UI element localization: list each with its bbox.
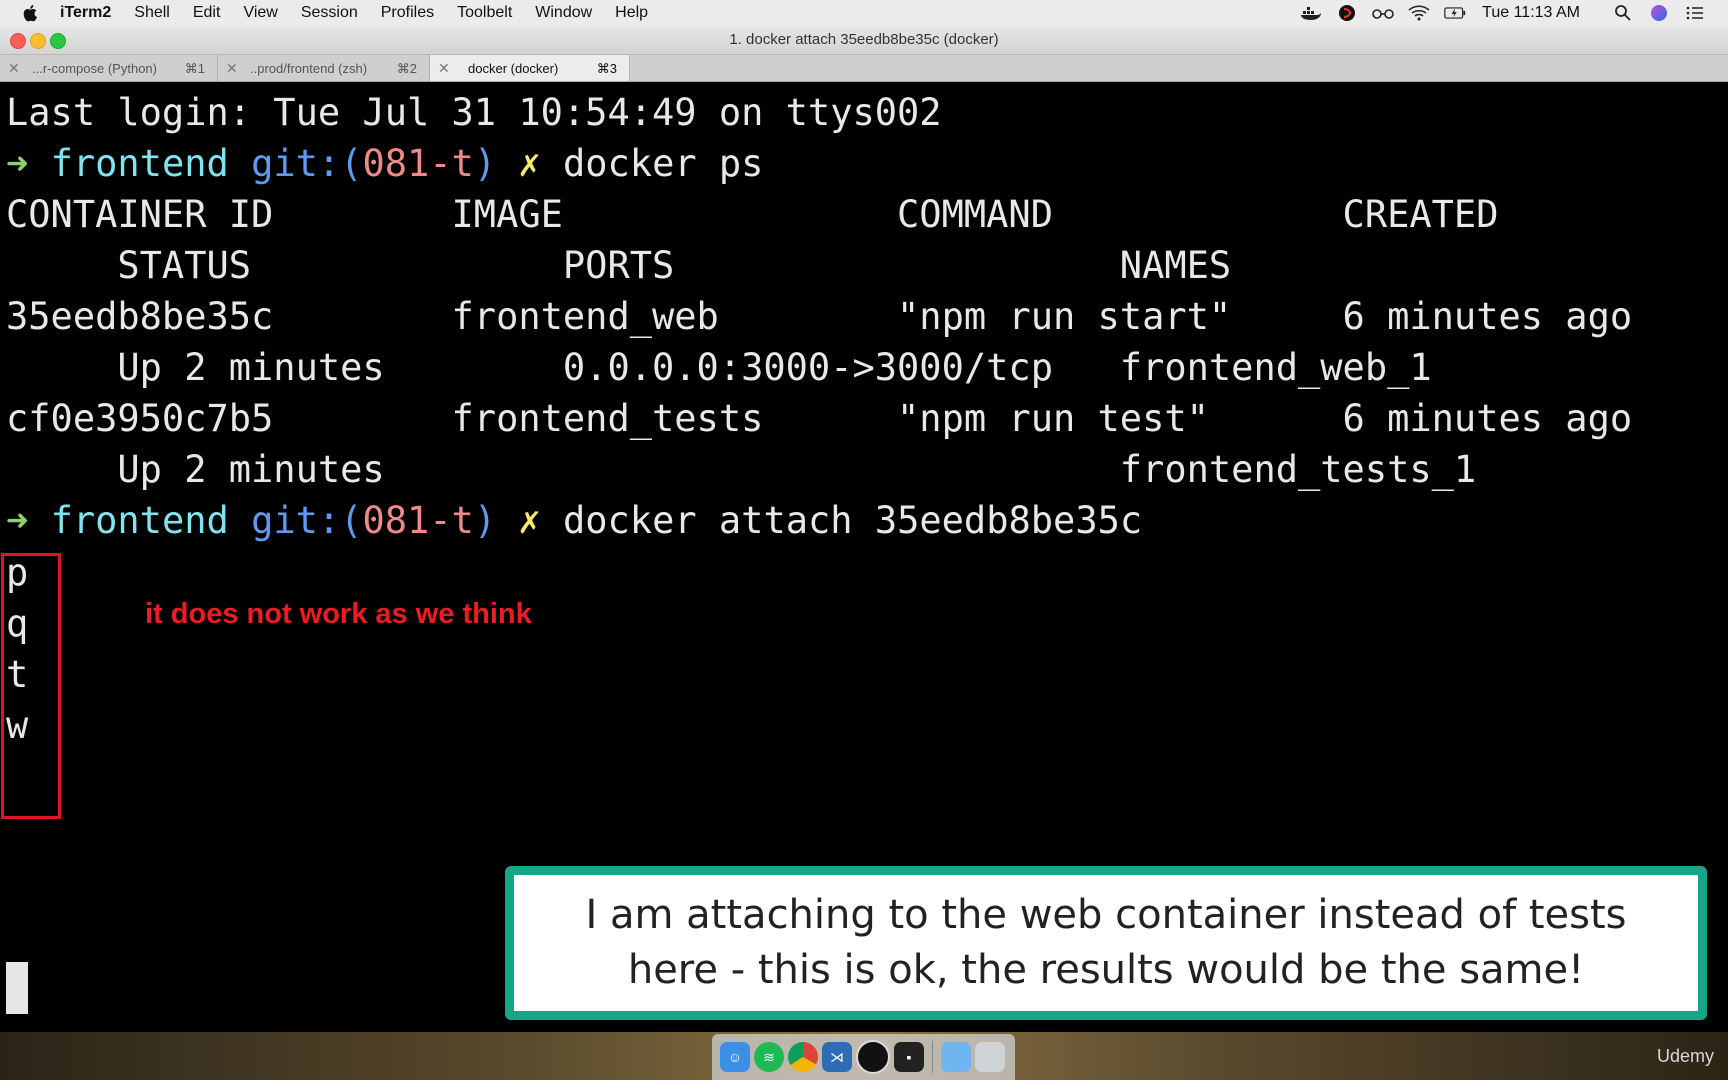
tab-label: ..prod/frontend (zsh) bbox=[250, 61, 368, 76]
app-icon[interactable] bbox=[1336, 4, 1358, 22]
menu-item-iterm2[interactable]: iTerm2 bbox=[60, 4, 111, 22]
watermark: Udemy bbox=[1656, 1046, 1714, 1066]
tab-label: docker (docker) bbox=[468, 61, 559, 76]
menu-bar: iTerm2 Shell Edit View Session Profiles … bbox=[0, 0, 1728, 26]
tab-docker[interactable]: ✕ docker (docker) ⌘3 bbox=[430, 55, 630, 81]
wifi-icon[interactable] bbox=[1408, 4, 1430, 22]
prompt-dir: frontend bbox=[50, 142, 229, 185]
prompt-git-open: git:( bbox=[251, 142, 363, 185]
prompt-git-close: ) bbox=[473, 142, 497, 185]
prompt-dirty-mark: ✗ bbox=[518, 142, 541, 185]
tab-compose[interactable]: ✕ ...r-compose (Python) ⌘1 bbox=[0, 55, 218, 81]
command-text: docker ps bbox=[562, 142, 764, 185]
search-icon[interactable] bbox=[1612, 4, 1634, 22]
menu-item-shell[interactable]: Shell bbox=[134, 4, 170, 22]
prompt-line: ➜ frontend git:(081-t) ✗ docker attach 3… bbox=[6, 499, 1142, 543]
table-row: Up 2 minutes 0.0.0.0:3000->3000/tcp fron… bbox=[6, 346, 1432, 389]
vscode-icon[interactable]: ⋊ bbox=[822, 1042, 852, 1072]
menu-item-profiles[interactable]: Profiles bbox=[381, 4, 434, 22]
callout-line-2: here - this is ok, the results would be … bbox=[627, 947, 1585, 993]
prompt-dirty-mark: ✗ bbox=[518, 499, 541, 542]
menu-item-toolbelt[interactable]: Toolbelt bbox=[457, 4, 512, 22]
table-header-2: STATUS PORTS NAMES bbox=[6, 244, 1232, 287]
prompt-arrow: ➜ bbox=[6, 142, 29, 185]
annotation-text: it does not work as we think bbox=[145, 598, 532, 630]
window-title-bar[interactable]: 1. docker attach 35eedb8be35c (docker) bbox=[0, 26, 1728, 55]
docker-icon[interactable] bbox=[1300, 4, 1322, 22]
prompt-arrow: ➜ bbox=[6, 499, 29, 542]
prompt-branch: 081-t bbox=[362, 499, 474, 542]
callout-line-1: I am attaching to the web container inst… bbox=[585, 892, 1627, 938]
finder-icon[interactable]: ☺ bbox=[720, 1042, 750, 1072]
tab-shortcut: ⌘2 bbox=[396, 61, 417, 76]
glasses-icon[interactable] bbox=[1372, 4, 1394, 22]
notification-center-icon[interactable] bbox=[1684, 4, 1706, 22]
downloads-folder-icon[interactable] bbox=[941, 1042, 971, 1072]
menu-item-help[interactable]: Help bbox=[615, 4, 648, 22]
close-tab-icon[interactable]: ✕ bbox=[226, 60, 238, 77]
prompt-git-close: ) bbox=[473, 499, 497, 542]
close-tab-icon[interactable]: ✕ bbox=[8, 60, 20, 77]
window-title: 1. docker attach 35eedb8be35c (docker) bbox=[729, 31, 999, 48]
trash-icon[interactable] bbox=[975, 1042, 1005, 1072]
tab-label: ...r-compose (Python) bbox=[32, 61, 157, 76]
dock-separator bbox=[932, 1041, 933, 1073]
prompt-line: ➜ frontend git:(081-t) ✗ docker ps bbox=[6, 142, 763, 186]
spotify-icon[interactable]: ≋ bbox=[754, 1042, 784, 1072]
dock: ☺ ≋ ⋊ ▪ bbox=[712, 1034, 1015, 1080]
menu-item-view[interactable]: View bbox=[243, 4, 277, 22]
obs-icon[interactable] bbox=[856, 1040, 890, 1074]
tab-bar: ✕ ...r-compose (Python) ⌘1 ✕ ..prod/fron… bbox=[0, 55, 1728, 82]
battery-icon[interactable] bbox=[1444, 4, 1466, 22]
clock[interactable]: Tue 11:13 AM bbox=[1482, 4, 1580, 22]
table-row: 35eedb8be35c frontend_web "npm run start… bbox=[6, 295, 1633, 338]
prompt-branch: 081-t bbox=[362, 142, 474, 185]
menu-item-edit[interactable]: Edit bbox=[193, 4, 221, 22]
chrome-icon[interactable] bbox=[788, 1042, 818, 1072]
siri-icon[interactable] bbox=[1648, 4, 1670, 22]
apple-icon[interactable] bbox=[22, 4, 40, 22]
login-line: Last login: Tue Jul 31 10:54:49 on ttys0… bbox=[6, 91, 942, 134]
terminal-cursor bbox=[6, 962, 28, 1014]
tab-frontend[interactable]: ✕ ..prod/frontend (zsh) ⌘2 bbox=[218, 55, 430, 81]
status-area: Tue 11:13 AM bbox=[1286, 0, 1706, 26]
highlight-box bbox=[1, 553, 61, 819]
menu-item-window[interactable]: Window bbox=[535, 4, 592, 22]
close-tab-icon[interactable]: ✕ bbox=[438, 60, 450, 77]
iterm-icon[interactable]: ▪ bbox=[894, 1042, 924, 1072]
menu-item-session[interactable]: Session bbox=[301, 4, 358, 22]
tab-shortcut: ⌘1 bbox=[184, 61, 205, 76]
tab-shortcut: ⌘3 bbox=[596, 61, 617, 76]
table-row: cf0e3950c7b5 frontend_tests "npm run tes… bbox=[6, 397, 1633, 440]
table-row: Up 2 minutes frontend_tests_1 bbox=[6, 448, 1477, 491]
callout-box: I am attaching to the web container inst… bbox=[505, 866, 1707, 1020]
command-text: docker attach 35eedb8be35c bbox=[562, 499, 1143, 542]
table-header-1: CONTAINER ID IMAGE COMMAND CREATED bbox=[6, 193, 1499, 236]
prompt-git-open: git:( bbox=[251, 499, 363, 542]
prompt-dir: frontend bbox=[50, 499, 229, 542]
